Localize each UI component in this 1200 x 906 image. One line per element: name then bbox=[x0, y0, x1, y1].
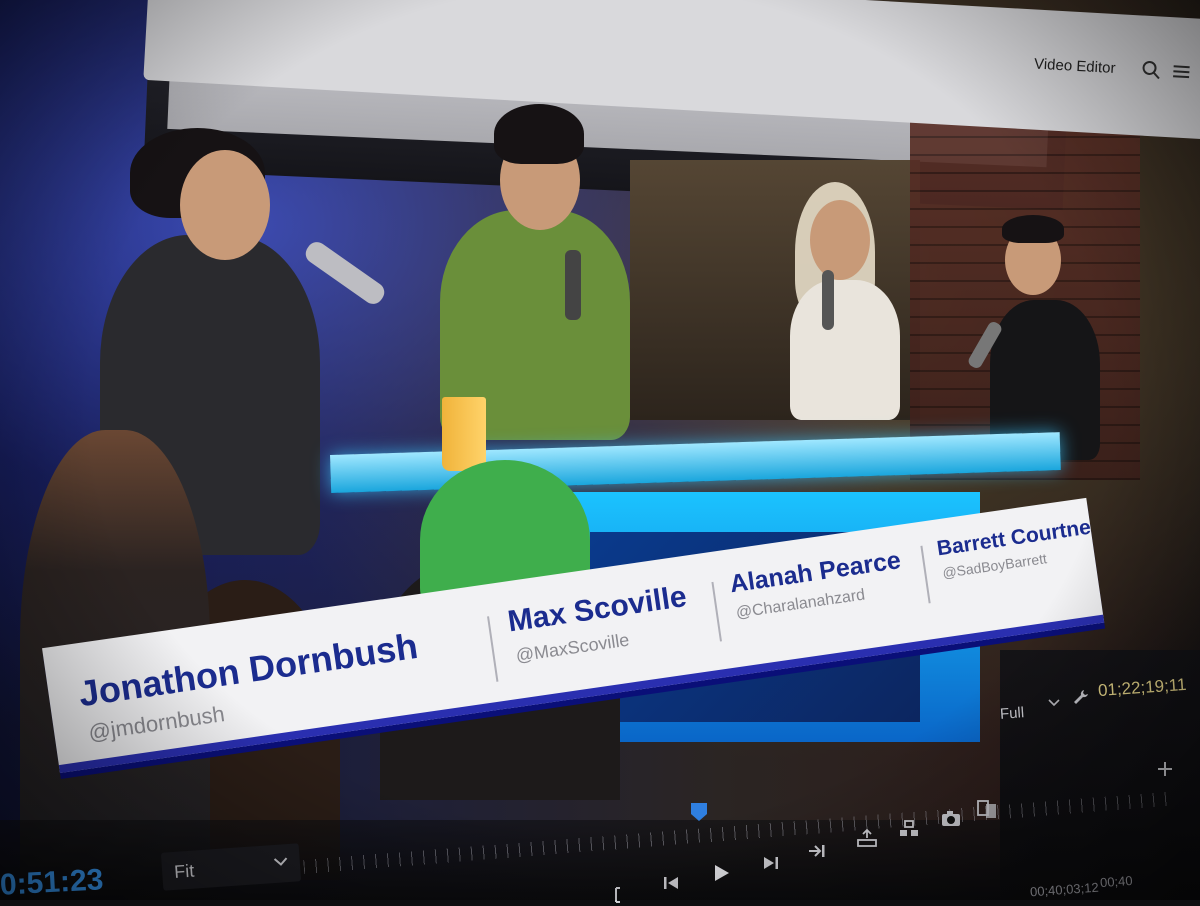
mark-in-icon[interactable] bbox=[610, 884, 632, 906]
camera-icon[interactable] bbox=[940, 808, 962, 830]
zoom-level-value: Fit bbox=[173, 860, 195, 882]
microphone bbox=[822, 270, 834, 330]
microphone bbox=[301, 238, 389, 308]
add-icon[interactable] bbox=[1156, 760, 1174, 778]
search-icon[interactable] bbox=[1141, 60, 1162, 81]
panelist-3 bbox=[790, 280, 900, 420]
comparison-icon[interactable] bbox=[976, 798, 998, 820]
divider bbox=[920, 545, 931, 604]
playhead-icon[interactable] bbox=[690, 802, 708, 822]
chevron-down-icon bbox=[273, 857, 288, 866]
menu-icon[interactable] bbox=[1171, 61, 1192, 82]
lift-icon[interactable] bbox=[856, 828, 878, 850]
step-back-icon[interactable] bbox=[660, 872, 682, 894]
app-title: Video Editor bbox=[1033, 55, 1116, 78]
drink-cup bbox=[442, 397, 486, 471]
divider bbox=[487, 616, 499, 682]
wrench-icon[interactable] bbox=[1072, 688, 1090, 706]
panelist-4-hair bbox=[1002, 215, 1064, 243]
panelist-3-head bbox=[810, 200, 870, 280]
play-icon[interactable] bbox=[710, 862, 732, 884]
panelist-2-hair bbox=[494, 104, 584, 164]
chevron-down-icon bbox=[1048, 699, 1060, 707]
speaker-name: Max Scoville bbox=[505, 580, 689, 639]
timecode-label: 00;40 bbox=[1099, 872, 1134, 891]
speaker-name: Alanah Pearce bbox=[727, 546, 903, 599]
extract-icon[interactable] bbox=[898, 818, 920, 840]
divider bbox=[711, 581, 722, 642]
current-timecode[interactable]: 0:51:23 bbox=[0, 863, 104, 902]
panelist-1-head bbox=[180, 150, 270, 260]
speaker-name: Jonathon Dornbush bbox=[76, 624, 421, 715]
microphone bbox=[565, 250, 581, 320]
go-to-out-icon[interactable] bbox=[806, 840, 828, 862]
playback-resolution-select[interactable]: Full bbox=[999, 704, 1024, 723]
step-forward-icon[interactable] bbox=[760, 852, 782, 874]
